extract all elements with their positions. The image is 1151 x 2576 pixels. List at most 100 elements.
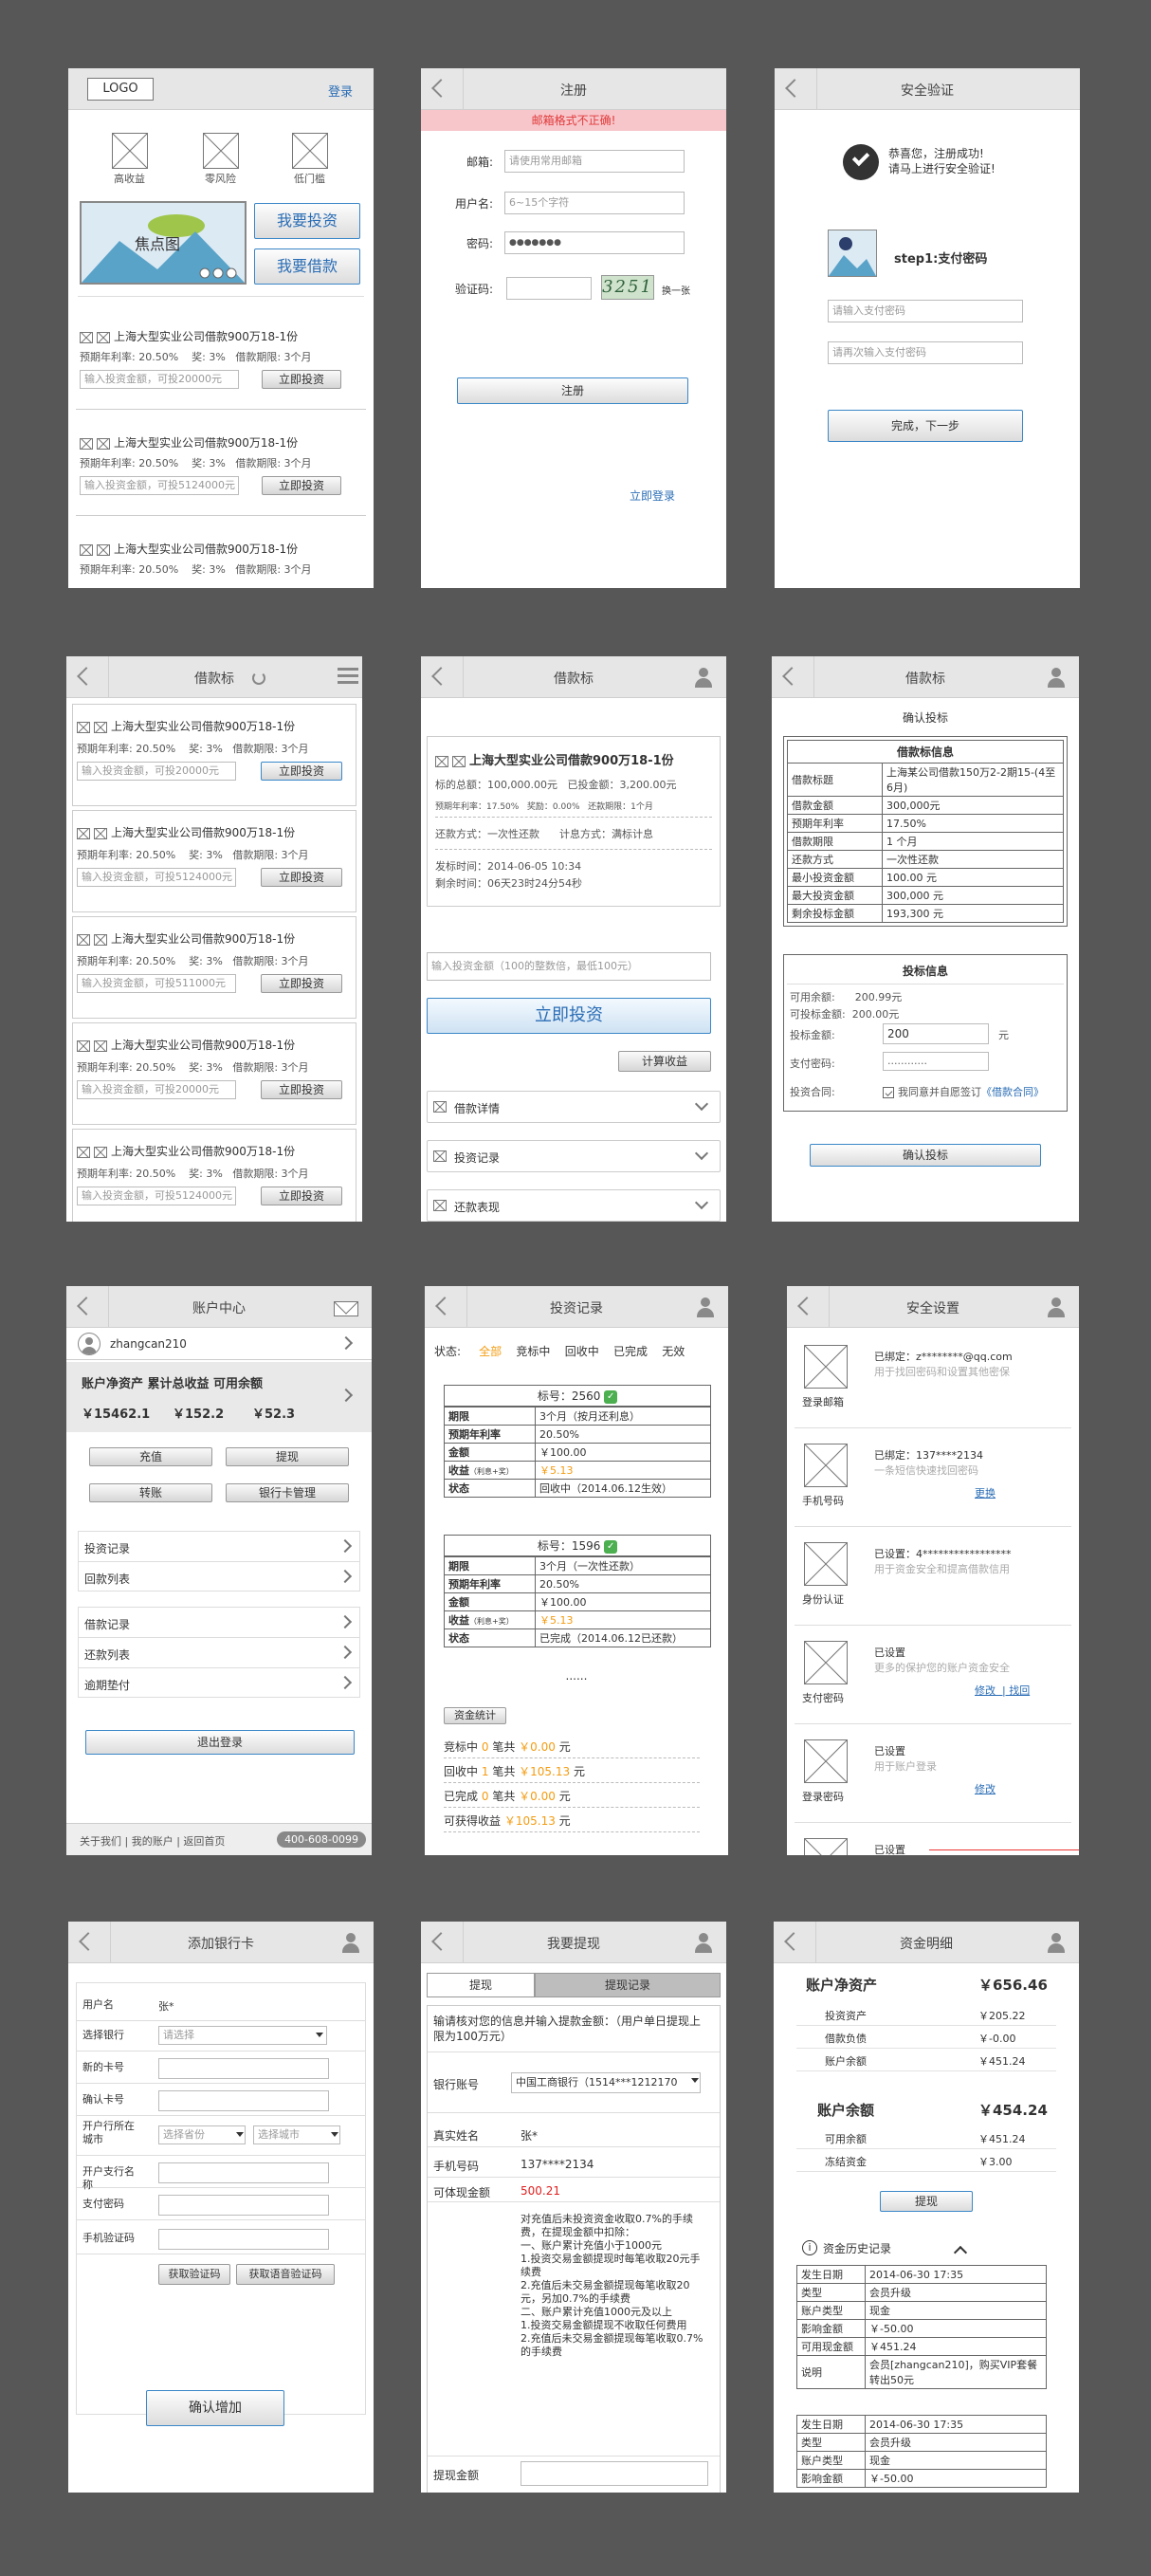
tab-recovering[interactable]: 回收中 bbox=[565, 1345, 599, 1358]
withdraw-button[interactable]: 提现 bbox=[880, 2191, 973, 2212]
form-input[interactable] bbox=[158, 2090, 329, 2111]
user-icon[interactable] bbox=[694, 1933, 713, 1954]
login-now-link[interactable]: 立即登录 bbox=[630, 488, 675, 504]
menu-item[interactable]: 逾期垫付 bbox=[79, 1668, 359, 1699]
loan-card[interactable]: 上海大型实业公司借款900万18-1份 预期年利率: 20.50% 奖: 3% 借… bbox=[72, 1129, 356, 1222]
invest-amount-input[interactable]: 输入投资金额，可投511000元 bbox=[77, 974, 236, 993]
menu-item[interactable]: 还款列表 bbox=[79, 1638, 359, 1668]
register-button[interactable]: 注册 bbox=[457, 377, 688, 404]
form-input[interactable] bbox=[158, 2162, 329, 2183]
loan-card[interactable]: 上海大型实业公司借款900万18-1份 预期年利率: 20.50% 奖: 3% 借… bbox=[72, 810, 356, 912]
hotline-badge[interactable]: 400-608-0099 bbox=[277, 1831, 366, 1848]
invest-now-button[interactable]: 立即投资 bbox=[261, 762, 342, 781]
security-item[interactable]: 身份认证 已设置：4***************** 用于资金安全和提高借款信用 bbox=[795, 1531, 1071, 1626]
record-card[interactable]: 标号：1596 ✓ 期限 3个月（一次性还款） 预期年利率 20.50% 金额 ￥100.… bbox=[444, 1535, 711, 1647]
invest-now-button[interactable]: 立即投资 bbox=[262, 370, 341, 389]
user-icon[interactable] bbox=[694, 668, 713, 689]
contract-link[interactable]: 《借款合同》 bbox=[981, 1086, 1044, 1098]
get-voice-code-button[interactable]: 获取语音验证码 bbox=[236, 2264, 335, 2285]
login-link[interactable]: 登录 bbox=[328, 82, 353, 100]
user-icon[interactable] bbox=[1047, 1933, 1066, 1954]
province-select[interactable]: 选择省份 bbox=[158, 2125, 246, 2144]
tab-withdraw-records[interactable]: 提现记录 bbox=[535, 1973, 721, 1997]
tab-withdraw[interactable]: 提现 bbox=[427, 1973, 535, 1997]
invest-now-button[interactable]: 立即投资 bbox=[261, 1080, 342, 1099]
calc-income-button[interactable]: 计算收益 bbox=[618, 1051, 711, 1072]
captcha-field[interactable] bbox=[506, 277, 592, 300]
invest-amount-input[interactable]: 输入投资金额，可投20000元 bbox=[77, 762, 236, 781]
asset-summary[interactable]: 账户净资产 累计总收益 可用余额 ￥15462.1 ￥152.2 ￥52.3 bbox=[66, 1362, 372, 1432]
agree-checkbox[interactable] bbox=[883, 1087, 894, 1098]
fund-stat-button[interactable]: 资金统计 bbox=[444, 1707, 506, 1724]
refresh-captcha-link[interactable]: 换一张 bbox=[662, 283, 690, 297]
tab-all[interactable]: 全部 bbox=[479, 1345, 502, 1358]
invest-amount-input[interactable]: 输入投资金额，可投5124000元 bbox=[80, 476, 239, 495]
security-item-action[interactable]: 修改 bbox=[975, 1781, 996, 1796]
invest-now-button[interactable]: 立即投资 bbox=[261, 1187, 342, 1205]
city-select[interactable]: 选择城市 bbox=[253, 2125, 340, 2144]
invest-now-button[interactable]: 立即投资 bbox=[261, 974, 342, 993]
loan-card[interactable]: 上海大型实业公司借款900万18-1份 预期年利率: 20.50% 奖: 3% … bbox=[76, 518, 366, 588]
borrow-button[interactable]: 我要借款 bbox=[254, 248, 360, 285]
user-icon[interactable] bbox=[341, 1933, 360, 1954]
low-threshold-icon[interactable] bbox=[292, 133, 328, 169]
high-yield-icon[interactable] bbox=[112, 133, 148, 169]
user-icon[interactable] bbox=[1047, 668, 1066, 689]
logout-button[interactable]: 退出登录 bbox=[85, 1730, 355, 1755]
withdraw-amount-field[interactable] bbox=[521, 2461, 708, 2486]
confirm-bid-button[interactable]: 确认投标 bbox=[810, 1144, 1041, 1167]
invest-now-button[interactable]: 立即投资 bbox=[427, 998, 711, 1034]
invest-now-button[interactable]: 立即投资 bbox=[261, 868, 342, 887]
tab-bidding[interactable]: 竞标中 bbox=[516, 1345, 550, 1358]
loan-card[interactable]: 上海大型实业公司借款900万18-1份 预期年利率: 20.50% 奖: 3% … bbox=[76, 412, 366, 516]
invest-amount-input[interactable]: 输入投资金额，可投5124000元 bbox=[77, 1187, 236, 1205]
form-input[interactable] bbox=[158, 2229, 329, 2250]
banner[interactable]: 焦点图 bbox=[80, 201, 247, 285]
collapse-icon[interactable] bbox=[953, 2245, 968, 2260]
loan-card[interactable]: 上海大型实业公司借款900万18-1份 预期年利率: 20.50% 奖: 3% 借… bbox=[72, 704, 356, 806]
invest-amount-input[interactable]: 输入投资金额，可投20000元 bbox=[80, 370, 239, 389]
footer-links[interactable]: 关于我们 | 我的账户 | 返回首页 bbox=[80, 1833, 225, 1849]
security-item[interactable]: 支付密码 已设置 更多的保护您的账户资金安全 修改 | 找回 bbox=[795, 1629, 1071, 1724]
bid-amount-field[interactable]: 200 bbox=[883, 1023, 989, 1044]
tab-completed[interactable]: 已完成 bbox=[613, 1345, 648, 1358]
invest-amount-input[interactable]: 输入投资金额（100的整数倍，最低100元） bbox=[427, 952, 711, 981]
security-item-action[interactable]: 更换 bbox=[975, 1485, 996, 1500]
invest-amount-input[interactable]: 输入投资金额，可投5124000元 bbox=[77, 868, 236, 887]
user-icon[interactable] bbox=[1047, 1297, 1066, 1318]
menu-icon[interactable] bbox=[338, 668, 358, 687]
email-field[interactable]: 请使用常用邮箱 bbox=[504, 150, 685, 173]
tab-invalid[interactable]: 无效 bbox=[662, 1345, 685, 1358]
captcha-image[interactable]: 3251 bbox=[601, 275, 654, 300]
menu-item[interactable]: 借款记录 bbox=[79, 1608, 359, 1638]
loan-card[interactable]: 上海大型实业公司借款900万18-1份 预期年利率: 20.50% 奖: 3% 借… bbox=[72, 1022, 356, 1125]
security-item[interactable]: 已设置 bbox=[795, 1827, 1071, 1855]
pay-password-field[interactable]: ............ bbox=[883, 1052, 989, 1071]
password-field[interactable]: ●●●●●●● bbox=[504, 231, 685, 254]
username-field[interactable]: 6~15个字符 bbox=[504, 192, 685, 214]
recharge-button[interactable]: 充值 bbox=[89, 1447, 212, 1466]
invest-button[interactable]: 我要投资 bbox=[254, 203, 360, 239]
invest-now-button[interactable]: 立即投资 bbox=[262, 476, 341, 495]
bank-select[interactable]: 请选择 bbox=[158, 2026, 327, 2045]
confirm-add-button[interactable]: 确认增加 bbox=[146, 2390, 284, 2426]
bank-account-select[interactable]: 中国工商银行（1514***1212170 bbox=[511, 2072, 701, 2093]
pay-password-input[interactable]: 请输入支付密码 bbox=[828, 300, 1023, 322]
withdraw-button[interactable]: 提现 bbox=[226, 1447, 349, 1466]
section-1[interactable]: 投资记录 bbox=[427, 1140, 721, 1172]
security-item[interactable]: 登录密码 已设置 用于账户登录 修改 bbox=[795, 1728, 1071, 1823]
bank-card-manage-button[interactable]: 银行卡管理 bbox=[226, 1483, 349, 1502]
transfer-button[interactable]: 转账 bbox=[89, 1483, 212, 1502]
menu-item[interactable]: 回款列表 bbox=[79, 1562, 359, 1592]
pay-password-confirm-input[interactable]: 请再次输入支付密码 bbox=[828, 341, 1023, 364]
invest-amount-input[interactable]: 输入投资金额，可投20000元 bbox=[77, 1080, 236, 1099]
form-input[interactable] bbox=[158, 2195, 329, 2216]
user-icon[interactable] bbox=[696, 1297, 715, 1318]
zero-risk-icon[interactable] bbox=[203, 133, 239, 169]
mail-icon[interactable] bbox=[334, 1301, 358, 1316]
get-sms-code-button[interactable]: 获取验证码 bbox=[158, 2264, 230, 2285]
history-record[interactable]: 发生日期 2014-06-30 17:35 类型 会员升级 账户类型 现金 影响金额 ￥-50… bbox=[796, 2415, 1047, 2488]
history-record[interactable]: 发生日期 2014-06-30 17:35 类型 会员升级 账户类型 现金 影响金额 ￥-50… bbox=[796, 2265, 1047, 2389]
record-card[interactable]: 标号：2560 ✓ 期限 3个月（按月还利息） 预期年利率 20.50% 金额 ￥100.… bbox=[444, 1385, 711, 1498]
section-2[interactable]: 还款表现 bbox=[427, 1189, 721, 1222]
